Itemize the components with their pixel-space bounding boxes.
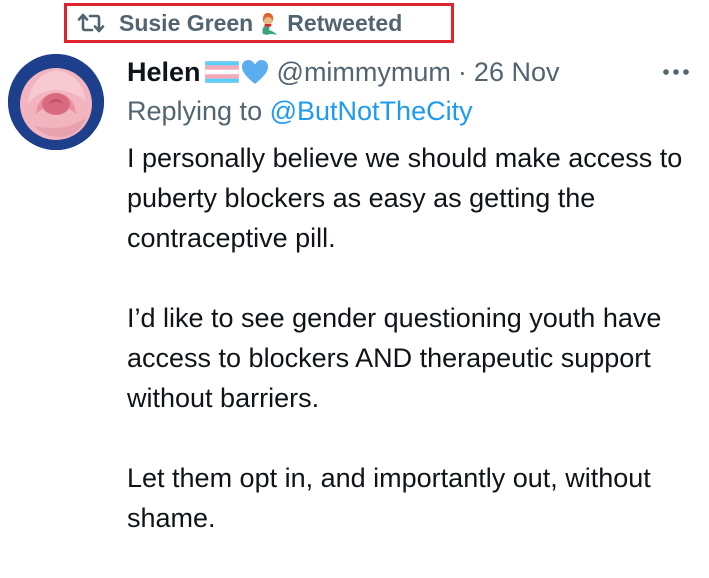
author-avatar[interactable] (8, 54, 104, 150)
replying-to-line: Replying to @ButNotTheCity (127, 96, 473, 127)
author-name[interactable]: Helen (127, 57, 201, 88)
rose-image (8, 54, 104, 150)
transgender-flag-icon (204, 61, 239, 83)
separator-dot: · (457, 56, 467, 87)
tweet-header: Helen @mimmymum · 26 Nov (127, 52, 709, 92)
retweet-icon (77, 13, 105, 33)
retweeted-label: Retweeted (287, 9, 403, 36)
tweet-date[interactable]: 26 Nov (474, 57, 560, 88)
tweet-paragraph: Let them opt in, and importantly out, wi… (127, 463, 651, 533)
more-options-icon[interactable] (661, 62, 691, 82)
mermaid-emoji-icon (262, 12, 278, 35)
retweeted-by-banner: Susie Green Retweeted (64, 3, 454, 43)
tweet-paragraph: I’d like to see gender questioning youth… (127, 303, 662, 413)
blue-heart-icon (241, 60, 268, 84)
retweeter-name[interactable]: Susie Green (119, 10, 253, 37)
tweet-body: I personally believe we should make acce… (127, 138, 702, 578)
author-handle[interactable]: @mimmymum (277, 57, 451, 88)
tweet-paragraph: I personally believe we should make acce… (127, 143, 683, 253)
replying-to-label: Replying to (127, 96, 263, 126)
reply-to-handle-link[interactable]: @ButNotTheCity (270, 96, 473, 126)
